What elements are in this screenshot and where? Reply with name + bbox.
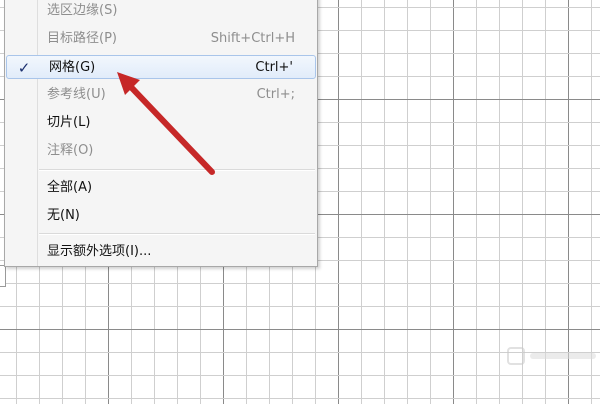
- show-submenu: 选区边缘(S) 目标路径(P) Shift+Ctrl+H ✓ 网格(G) Ctr…: [4, 0, 318, 267]
- checkmark-icon: ✓: [17, 59, 31, 77]
- menu-item-label: 显示额外选项(I)...: [47, 244, 152, 259]
- menu-item-none[interactable]: 无(N): [5, 204, 317, 228]
- menu-item-shortcut: Ctrl+;: [256, 87, 295, 102]
- menu-item-guides[interactable]: 参考线(U) Ctrl+;: [5, 83, 317, 107]
- menu-separator: [39, 169, 315, 171]
- menu-item-selection-edges[interactable]: 选区边缘(S): [5, 0, 317, 23]
- menu-separator: [39, 233, 315, 235]
- menu-item-label: 选区边缘(S): [47, 3, 118, 18]
- menu-item-all[interactable]: 全部(A): [5, 176, 317, 200]
- menu-item-label: 全部(A): [47, 180, 93, 195]
- menu-item-slices[interactable]: 切片(L): [5, 111, 317, 135]
- menu-item-shortcut: Ctrl+': [255, 60, 293, 75]
- menu-item-label: 参考线(U): [47, 87, 106, 102]
- panel-edge: [0, 265, 6, 287]
- menu-item-grid[interactable]: ✓ 网格(G) Ctrl+': [6, 55, 316, 79]
- menu-item-label: 无(N): [47, 208, 80, 223]
- menu-item-target-path[interactable]: 目标路径(P) Shift+Ctrl+H: [5, 27, 317, 51]
- menu-item-label: 目标路径(P): [47, 31, 117, 46]
- menu-item-label: 注释(O): [47, 143, 94, 158]
- menu-item-shortcut: Shift+Ctrl+H: [210, 31, 295, 46]
- menu-item-label: 网格(G): [49, 60, 96, 75]
- watermark-logo: [507, 347, 596, 365]
- menu-item-label: 切片(L): [47, 115, 91, 130]
- menu-item-show-extras-options[interactable]: 显示额外选项(I)...: [5, 240, 317, 264]
- menu-item-notes[interactable]: 注释(O): [5, 139, 317, 163]
